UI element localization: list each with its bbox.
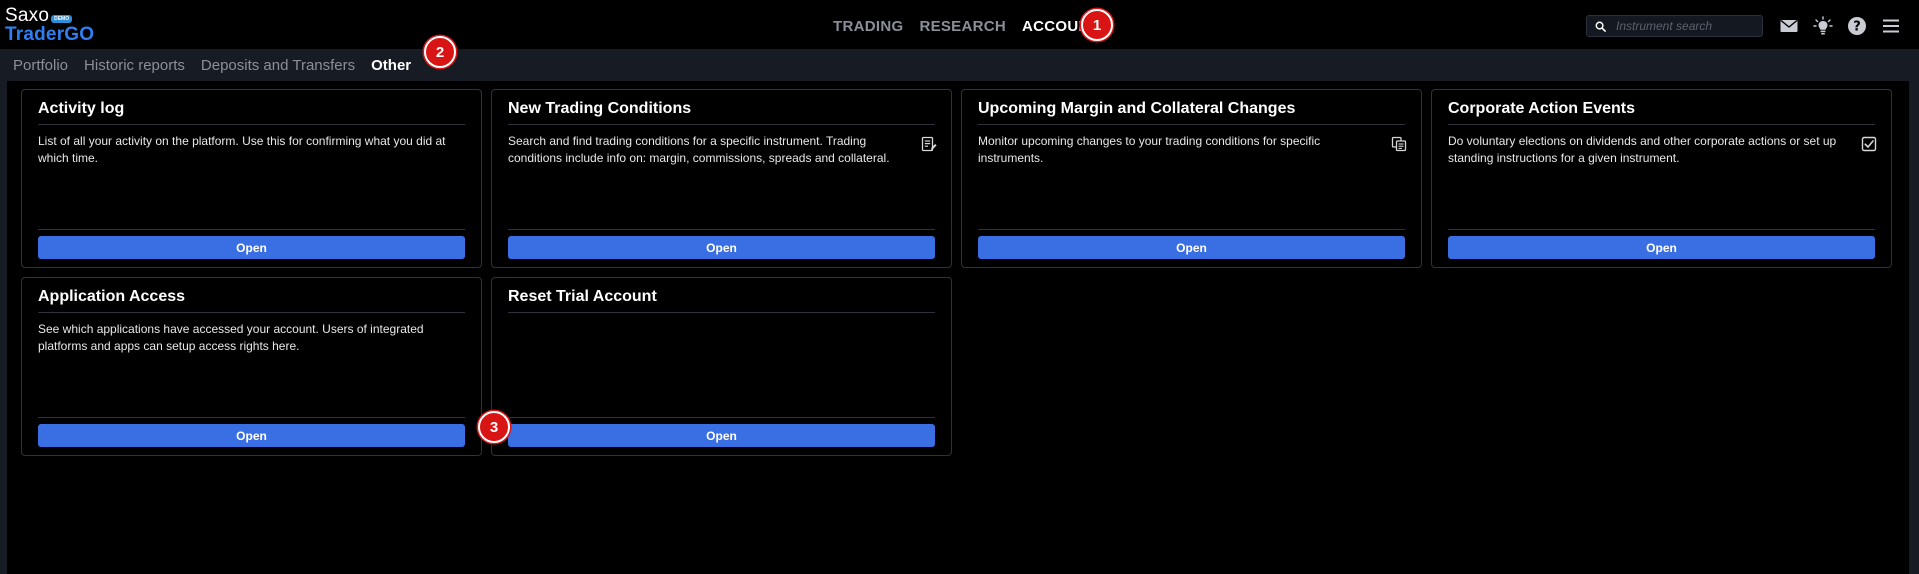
tab-historic-reports[interactable]: Historic reports — [84, 57, 185, 74]
card-new-trading-conditions: New Trading Conditions Search and find t… — [491, 89, 952, 268]
cards-panel: Activity log List of all your activity o… — [7, 81, 1909, 574]
card-description: Do voluntary elections on dividends and … — [1448, 134, 1837, 165]
card-activity-log: Activity log List of all your activity o… — [21, 89, 482, 268]
brand-name-top: Saxo — [5, 5, 50, 26]
nav-trading[interactable]: TRADING — [833, 18, 903, 35]
copy-icon — [1391, 136, 1407, 152]
divider — [1448, 229, 1875, 230]
main-nav: TRADING RESEARCH ACCOUNT — [833, 18, 1115, 35]
checkbox-icon — [1861, 136, 1877, 152]
card-corporate-action-events: Corporate Action Events Do voluntary ele… — [1431, 89, 1892, 268]
menu-icon[interactable] — [1880, 15, 1902, 37]
divider — [508, 417, 935, 418]
divider — [978, 124, 1405, 125]
card-title: Upcoming Margin and Collateral Changes — [978, 100, 1296, 117]
divider — [38, 312, 465, 313]
card-description: Monitor upcoming changes to your trading… — [978, 134, 1321, 165]
top-header: Saxo DEMO TraderGO TRADING RESEARCH ACCO… — [0, 0, 1919, 49]
search-icon — [1595, 21, 1606, 32]
divider — [38, 229, 465, 230]
divider — [38, 417, 465, 418]
open-reset-trial-account-button[interactable]: Open — [508, 424, 935, 447]
open-corporate-action-events-button[interactable]: Open — [1448, 236, 1875, 259]
divider — [978, 229, 1405, 230]
brand-logo[interactable]: Saxo DEMO TraderGO — [5, 6, 94, 44]
lightbulb-icon[interactable] — [1812, 15, 1834, 37]
card-reset-trial-account: Reset Trial Account Open — [491, 277, 952, 456]
card-application-access: Application Access See which application… — [21, 277, 482, 456]
step-marker-1: 1 — [1081, 9, 1113, 41]
divider — [508, 312, 935, 313]
card-description: List of all your activity on the platfor… — [38, 134, 446, 165]
divider — [1448, 124, 1875, 125]
card-title: Application Access — [38, 288, 186, 305]
tab-other[interactable]: Other — [371, 57, 411, 74]
brand-name-bottom: TraderGO — [5, 24, 95, 45]
sub-nav: Portfolio Historic reports Deposits and … — [13, 57, 427, 74]
instrument-search-input[interactable] — [1614, 18, 1758, 34]
card-title: Reset Trial Account — [508, 288, 657, 305]
content-frame: Portfolio Historic reports Deposits and … — [0, 49, 1919, 574]
nav-research[interactable]: RESEARCH — [919, 18, 1006, 35]
help-icon[interactable]: ? — [1846, 15, 1868, 37]
demo-tag: DEMO — [51, 15, 73, 23]
open-application-access-button[interactable]: Open — [38, 424, 465, 447]
card-description: See which applications have accessed you… — [38, 322, 424, 353]
card-title: Corporate Action Events — [1448, 100, 1635, 117]
step-marker-2: 2 — [424, 36, 456, 68]
instrument-search-box[interactable] — [1586, 15, 1763, 37]
mail-icon[interactable] — [1778, 15, 1800, 37]
card-description: Search and find trading conditions for a… — [508, 134, 890, 165]
divider — [38, 124, 465, 125]
svg-text:?: ? — [1853, 20, 1861, 35]
step-marker-3: 3 — [478, 411, 510, 443]
card-title: Activity log — [38, 100, 125, 117]
card-title: New Trading Conditions — [508, 100, 692, 117]
open-upcoming-margin-button[interactable]: Open — [978, 236, 1405, 259]
card-upcoming-margin-collateral-changes: Upcoming Margin and Collateral Changes M… — [961, 89, 1422, 268]
divider — [508, 124, 935, 125]
tab-deposits-and-transfers[interactable]: Deposits and Transfers — [201, 57, 355, 74]
document-edit-icon — [921, 136, 937, 152]
divider — [508, 229, 935, 230]
tab-portfolio[interactable]: Portfolio — [13, 57, 68, 74]
open-new-trading-conditions-button[interactable]: Open — [508, 236, 935, 259]
open-activity-log-button[interactable]: Open — [38, 236, 465, 259]
app-window: Saxo DEMO TraderGO TRADING RESEARCH ACCO… — [0, 0, 1919, 574]
